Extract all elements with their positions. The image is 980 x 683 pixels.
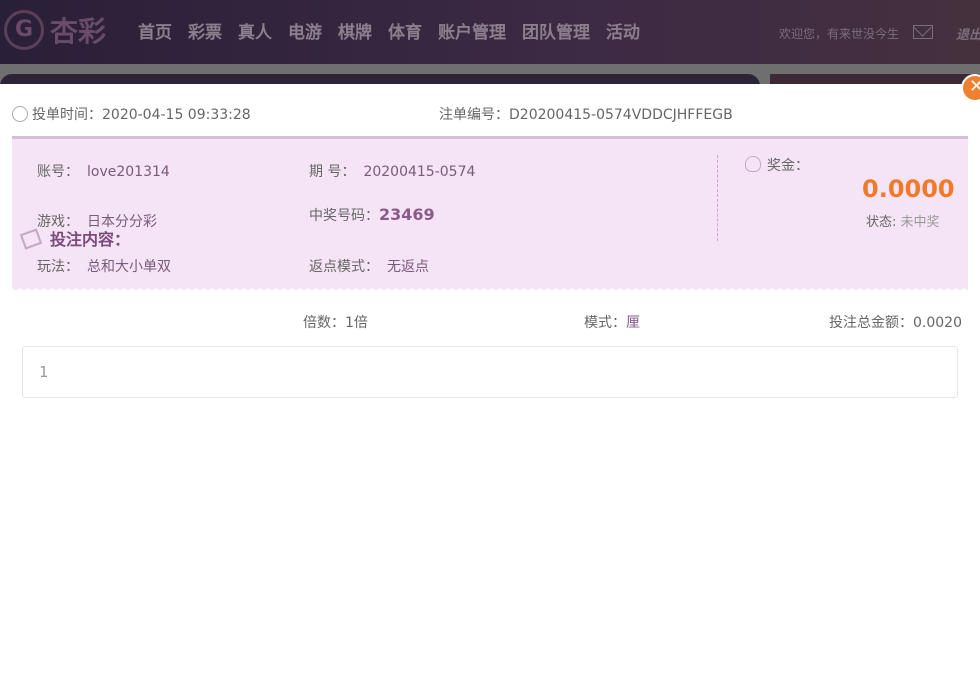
issue-value: 20200415-0574 — [363, 164, 476, 180]
winning-number-field: 中奖号码：23469 — [309, 205, 435, 225]
prize-field: 奖金： — [745, 155, 809, 175]
order-id-label: 注单编号： — [439, 107, 509, 123]
nav-promotions[interactable]: 活动 — [606, 18, 640, 43]
clock-icon — [12, 106, 28, 122]
mode-field: 模式：厘 — [584, 312, 640, 332]
order-time-label: 投单时间： — [32, 107, 102, 123]
main-nav: 首页 彩票 真人 电游 棋牌 体育 账户管理 团队管理 活动 — [138, 18, 640, 43]
logo-emblem-icon: G — [4, 10, 44, 50]
issue-field: 期 号： 20200415-0574 — [309, 161, 475, 181]
bet-content-title: 投注内容： — [19, 226, 131, 250]
mode-label: 模式： — [584, 315, 626, 331]
prize-label: 奖金： — [767, 158, 809, 174]
winning-number-label: 中奖号码： — [309, 208, 379, 224]
welcome-text: 欢迎您，有来世没今生 — [779, 27, 900, 41]
nav-live[interactable]: 真人 — [238, 18, 272, 43]
order-time: 投单时间：2020-04-15 09:33:28 — [12, 104, 251, 124]
nav-home[interactable]: 首页 — [138, 18, 172, 43]
bet-content-box: 1 — [22, 346, 958, 398]
winning-number-value: 23469 — [379, 205, 435, 224]
play-value: 总和大小单双 — [87, 259, 171, 275]
total-label: 投注总金额： — [829, 315, 913, 331]
status-label: 状态: — [866, 215, 897, 230]
nav-slots[interactable]: 电游 — [288, 18, 322, 43]
account-field: 账号： love201314 — [37, 161, 170, 181]
nav-lottery[interactable]: 彩票 — [188, 18, 222, 43]
status-field: 状态: 未中奖 — [866, 211, 940, 230]
total-field: 投注总金额：0.0020 — [829, 312, 962, 332]
mail-icon[interactable] — [913, 25, 933, 39]
nav-sports[interactable]: 体育 — [388, 18, 422, 43]
bet-content-label: 投注内容： — [50, 230, 131, 249]
prize-value: 0.0000 — [862, 175, 955, 203]
multiple-value: 1倍 — [345, 315, 368, 331]
issue-label: 期 号： — [309, 164, 356, 180]
status-value: 未中奖 — [900, 215, 940, 230]
total-value: 0.0020 — [913, 315, 962, 331]
rebate-field: 返点模式： 无返点 — [309, 256, 429, 276]
mode-value: 厘 — [626, 315, 640, 331]
order-time-value: 2020-04-15 09:33:28 — [102, 107, 251, 123]
order-id: 注单编号：D20200415-0574VDDCJHFFEGB — [439, 104, 733, 124]
rebate-value: 无返点 — [387, 259, 429, 275]
account-label: 账号： — [37, 164, 79, 180]
nav-team[interactable]: 团队管理 — [522, 18, 590, 43]
multiple-field: 倍数：1倍 — [303, 312, 368, 332]
bet-content-value: 1 — [39, 363, 49, 381]
play-field: 玩法： 总和大小单双 — [37, 256, 171, 276]
multiple-label: 倍数： — [303, 315, 345, 331]
logo-text: 杏彩 — [50, 15, 107, 48]
play-label: 玩法： — [37, 259, 79, 275]
nav-cards[interactable]: 棋牌 — [338, 18, 372, 43]
rebate-label: 返点模式： — [309, 259, 379, 275]
nav-account[interactable]: 账户管理 — [438, 18, 506, 43]
logo[interactable]: G 杏彩 — [4, 10, 106, 50]
top-navbar: G 杏彩 首页 彩票 真人 电游 棋牌 体育 账户管理 团队管理 活动 欢迎您，有… — [0, 0, 980, 64]
divider — [717, 155, 718, 241]
note-icon — [19, 228, 43, 250]
money-bag-icon — [745, 156, 761, 172]
order-id-value: D20200415-0574VDDCJHFFEGB — [509, 107, 733, 123]
bet-info-panel: 账号： love201314 期 号： 20200415-0574 游戏： 日本分分彩… — [12, 136, 968, 292]
account-value: love201314 — [87, 164, 170, 180]
logout-link[interactable]: 退出 — [956, 24, 980, 43]
